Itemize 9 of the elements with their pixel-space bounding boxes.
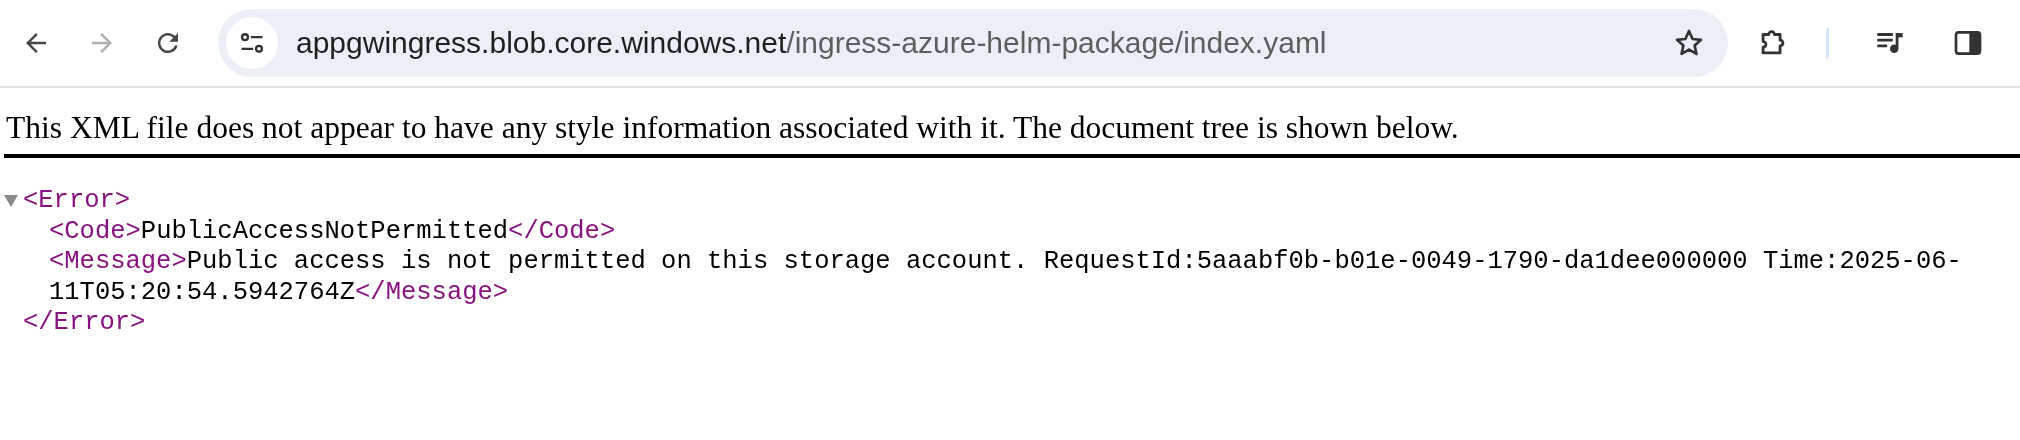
xml-tag: </Error> <box>23 308 146 337</box>
url-text: appgwingress.blob.core.windows.net/ingress-azure-helm-package/index.yaml <box>296 26 1328 60</box>
address-bar[interactable]: appgwingress.blob.core.windows.net/ingress-azure-helm-package/index.yaml <box>218 9 1728 77</box>
site-settings-icon[interactable] <box>226 17 278 69</box>
xml-element-line: <Message>Public access is not permitted on this storage account. RequestId:5aaabf0b-b01e-0049-1790-da1dee000000 Time:2025-06-11T05:20:54.5942764Z</Message> <box>49 247 1963 308</box>
xml-element-line: <Code>PublicAccessNotPermitted</Code> <box>49 216 617 247</box>
collapse-triangle-icon[interactable] <box>4 195 18 207</box>
xml-tag: <Error> <box>23 186 131 215</box>
notice-text: This XML file does not appear to have any style information associated with it. The document tree is shown below. <box>6 110 1460 146</box>
